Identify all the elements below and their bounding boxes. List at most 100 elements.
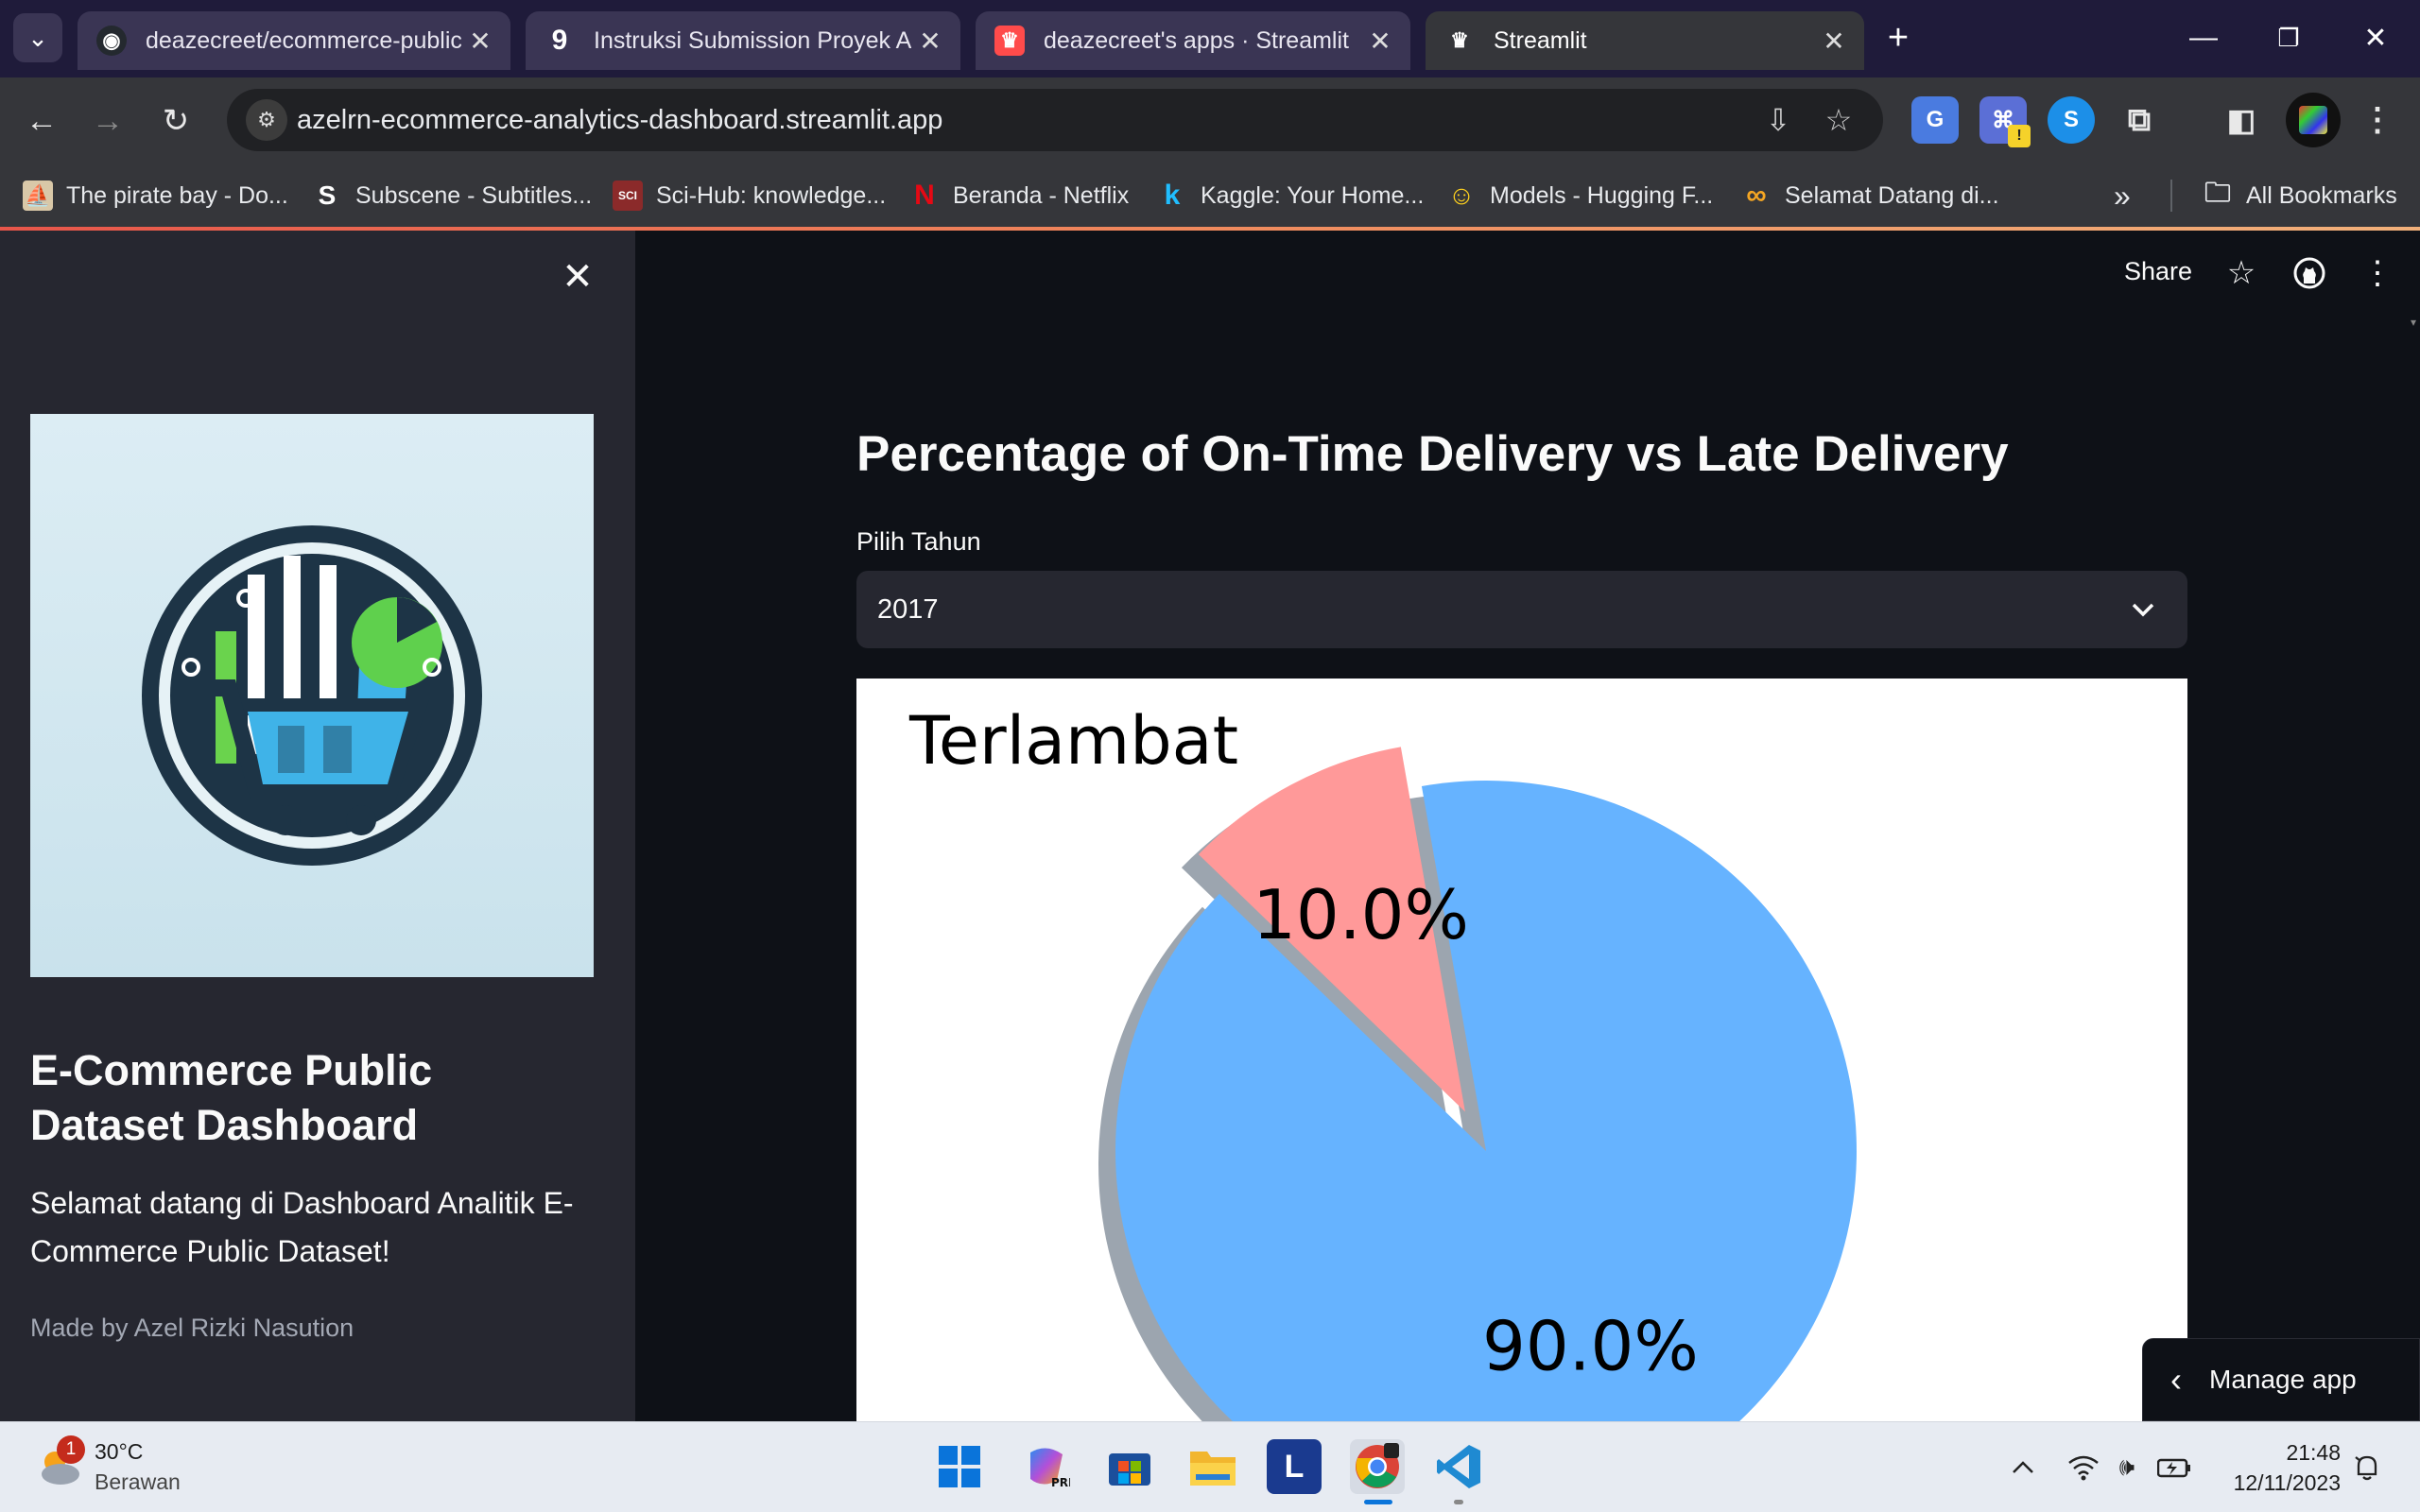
browser-toolbar: ← → ↻ ⚙ azelrn-ecommerce-analytics-dashb… <box>0 77 2420 163</box>
tab-dicoding[interactable]: 9 Instruksi Submission Proyek An ✕ <box>526 11 960 70</box>
share-button[interactable]: Share <box>2124 257 2192 286</box>
bookmark-item[interactable]: N Beranda - Netflix <box>909 163 1129 229</box>
bookmark-item[interactable]: S Subscene - Subtitles... <box>312 163 592 229</box>
tab-streamlit-active[interactable]: ♛ Streamlit ✕ <box>1426 11 1864 70</box>
bookmark-item[interactable]: k Kaggle: Your Home... <box>1157 163 1425 229</box>
scihub-icon: SCI <box>613 180 643 211</box>
file-explorer-icon[interactable] <box>1185 1439 1240 1494</box>
profile-avatar[interactable] <box>2286 93 2341 147</box>
site-info-icon[interactable]: ⚙ <box>246 99 287 141</box>
slice-category-label: Terlambat <box>908 702 1238 780</box>
url-text[interactable]: azelrn-ecommerce-analytics-dashboard.str… <box>297 89 942 151</box>
forward-icon[interactable]: → <box>83 96 132 146</box>
clock-time: 21:48 <box>2286 1440 2341 1465</box>
tab-search-button[interactable]: ⌄ <box>13 13 62 62</box>
all-bookmarks-button[interactable]: 🗀 All Bookmarks <box>2203 163 2397 229</box>
tab-title: deazecreet/ecommerce-public- <box>146 26 461 54</box>
tab-title: deazecreet's apps · Streamlit <box>1044 26 1349 54</box>
install-app-icon[interactable]: ⇩ <box>1756 98 1800 142</box>
chevron-left-icon: ‹ <box>2170 1360 2182 1399</box>
bookmark-star-icon[interactable]: ☆ <box>1817 98 1860 142</box>
close-sidebar-icon[interactable]: ✕ <box>554 253 601 301</box>
main-content: Share ☆ ⋮ ▾ Percentage of On-Time Delive… <box>635 231 2420 1421</box>
subscene-icon: S <box>318 180 337 210</box>
streamlit-icon: ♛ <box>994 26 1025 56</box>
sidebar-title: E-Commerce Public Dataset Dashboard <box>30 1046 433 1149</box>
all-bookmarks-label: All Bookmarks <box>2246 181 2397 209</box>
shazam-icon[interactable]: S <box>2048 96 2095 144</box>
bookmark-label: Beranda - Netflix <box>953 181 1130 209</box>
vscode-running-indicator <box>1454 1500 1463 1504</box>
back-icon[interactable]: ← <box>17 96 66 146</box>
folder-icon: 🗀 <box>2204 178 2231 207</box>
microsoft-store-icon[interactable] <box>1102 1439 1157 1494</box>
kaggle-icon: k <box>1164 180 1181 211</box>
windows-start-icon[interactable] <box>932 1439 987 1494</box>
copilot-pre-icon[interactable]: PRE <box>1019 1439 1074 1494</box>
scroll-indicator: ▾ <box>2411 316 2417 329</box>
chrome-icon[interactable] <box>1350 1439 1405 1494</box>
star-icon[interactable]: ☆ <box>2220 251 2263 295</box>
bookmark-item[interactable]: ∞ Selamat Datang di... <box>1741 163 1999 229</box>
main-menu-kebab-icon[interactable]: ⋮ <box>2356 251 2399 295</box>
wifi-icon[interactable] <box>2065 1449 2102 1486</box>
pie-chart: Terlambat 10.0% 90.0% <box>856 679 2187 1421</box>
windows-taskbar: 1 30°C Berawan PRE L 🕪 21:48 12/11/2023 <box>0 1421 2420 1512</box>
dashboard-logo <box>30 414 594 977</box>
pirate-ship-icon: ⛵ <box>23 180 53 211</box>
bookmark-item[interactable]: SCI Sci-Hub: knowledge... <box>613 163 886 229</box>
close-icon[interactable]: ✕ <box>1815 26 1853 57</box>
tab-streamlit-apps[interactable]: ♛ deazecreet's apps · Streamlit ✕ <box>976 11 1410 70</box>
tab-title: Instruksi Submission Proyek An <box>594 26 911 54</box>
google-translate-icon[interactable]: G <box>1911 96 1959 144</box>
restore-icon[interactable]: ❐ <box>2256 9 2322 66</box>
extension-warning-icon[interactable]: ! ⌘ <box>1979 96 2031 147</box>
side-panel-icon[interactable]: ◧ <box>2218 96 2265 144</box>
address-bar[interactable]: ⚙ azelrn-ecommerce-analytics-dashboard.s… <box>227 89 1883 151</box>
vscode-icon[interactable] <box>1431 1439 1486 1494</box>
tab-github[interactable]: ◉ deazecreet/ecommerce-public- ✕ <box>78 11 510 70</box>
close-window-icon[interactable]: ✕ <box>2342 9 2409 66</box>
l-app-icon[interactable]: L <box>1267 1439 1322 1494</box>
system-clock[interactable]: 21:48 12/11/2023 <box>2234 1437 2341 1498</box>
close-icon[interactable]: ✕ <box>461 26 499 57</box>
bookmark-item[interactable]: ☺ Models - Hugging F... <box>1446 163 1714 229</box>
more-bookmarks-chevron-icon[interactable]: » <box>2114 163 2131 229</box>
menu-kebab-icon[interactable]: ⋮ <box>2354 96 2401 144</box>
battery-icon[interactable] <box>2155 1449 2193 1486</box>
new-tab-button[interactable]: + <box>1874 13 1923 62</box>
chevron-up-icon[interactable] <box>2004 1449 2042 1486</box>
bookmarks-divider <box>2170 180 2172 212</box>
github-icon: ◉ <box>96 26 127 56</box>
notification-bell-icon[interactable] <box>2348 1449 2386 1486</box>
sidebar: ✕ E-Commerce Public Dataset Dashboard Se… <box>0 231 635 1421</box>
chevron-down-icon <box>2121 588 2165 631</box>
svg-text:PRE: PRE <box>1051 1476 1070 1489</box>
infinity-icon: ∞ <box>1746 180 1767 211</box>
bookmark-label: Sci-Hub: knowledge... <box>656 181 887 209</box>
manage-app-label: Manage app <box>2209 1365 2357 1394</box>
close-icon[interactable]: ✕ <box>911 26 949 57</box>
clock-date: 12/11/2023 <box>2233 1470 2341 1495</box>
close-icon[interactable]: ✕ <box>1361 26 1399 57</box>
minimize-icon[interactable]: — <box>2170 9 2237 66</box>
page-title: Percentage of On-Time Delivery vs Late D… <box>856 426 2009 482</box>
bookmark-label: Selamat Datang di... <box>1785 181 1999 209</box>
bookmark-item[interactable]: ⛵ The pirate bay - Do... <box>23 163 288 229</box>
weather-description[interactable]: Berawan <box>95 1469 181 1495</box>
pie-chart-svg: Terlambat 10.0% 90.0% <box>908 702 1857 1421</box>
github-icon[interactable] <box>2288 251 2331 295</box>
extensions-puzzle-icon[interactable]: ⧉ <box>2116 96 2163 144</box>
manage-app-button[interactable]: ‹ Manage app <box>2142 1338 2420 1421</box>
bookmarks-bar: ⛵ The pirate bay - Do... S Subscene - Su… <box>0 163 2420 229</box>
slice-percent-label: 10.0% <box>1253 875 1469 954</box>
bookmark-label: Subscene - Subtitles... <box>355 181 593 209</box>
netflix-icon: N <box>914 180 935 211</box>
volume-icon[interactable]: 🕪 <box>2108 1449 2146 1486</box>
reload-icon[interactable]: ↻ <box>151 96 200 146</box>
tab-title: Streamlit <box>1494 26 1587 54</box>
browser-tab-bar: ⌄ ◉ deazecreet/ecommerce-public- ✕ 9 Ins… <box>0 0 2420 77</box>
year-select[interactable]: 2017 <box>856 571 2187 648</box>
weather-temperature[interactable]: 30°C <box>95 1439 143 1465</box>
year-select-label: Pilih Tahun <box>856 527 981 556</box>
